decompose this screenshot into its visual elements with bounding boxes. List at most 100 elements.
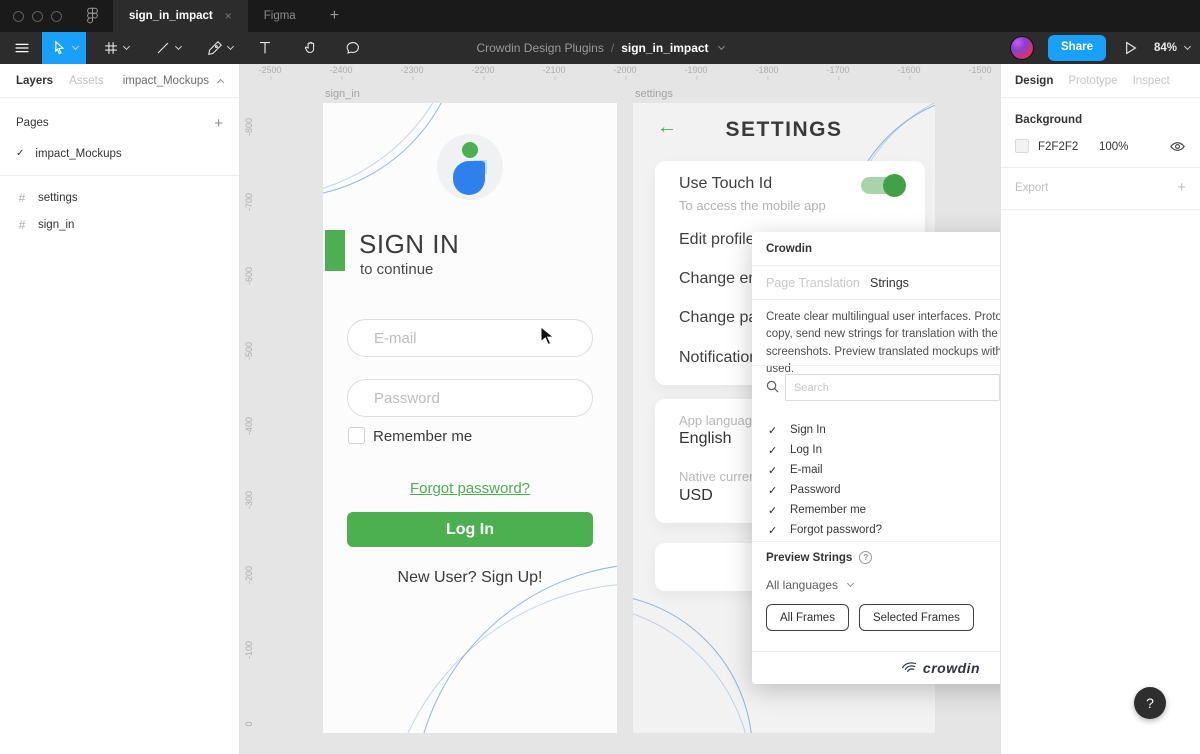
add-page-button[interactable]: +: [214, 115, 223, 132]
sign-in-subtitle: to continue: [360, 261, 433, 278]
tab-sign-in-impact[interactable]: sign_in_impact ×: [113, 0, 248, 32]
main-menu-button[interactable]: [6, 32, 38, 64]
pref-label: App language: [679, 413, 759, 428]
check-icon: ✓: [768, 444, 777, 457]
language-filter-dropdown[interactable]: All languages: [766, 578, 853, 592]
remember-me-label: Remember me: [373, 428, 472, 445]
shape-tool-button[interactable]: [148, 32, 186, 64]
chevron-down-icon[interactable]: [227, 43, 234, 50]
tab-design[interactable]: Design: [1015, 75, 1053, 87]
check-icon: ✓: [768, 504, 777, 517]
tab-strings[interactable]: Strings: [870, 276, 909, 290]
inspector-panel: Design Prototype Inspect Background F2F2…: [1000, 64, 1200, 754]
move-tool-button[interactable]: [42, 32, 86, 64]
present-play-icon[interactable]: [1120, 38, 1140, 58]
tab-assets[interactable]: Assets: [69, 75, 104, 87]
comment-tool-button[interactable]: [338, 32, 368, 64]
window-controls[interactable]: [13, 11, 62, 22]
hand-tool-button[interactable]: [296, 32, 326, 64]
tab-page-translation[interactable]: Page Translation: [766, 276, 860, 290]
frame-tool-icon: [101, 38, 121, 58]
frame-sign-in[interactable]: SIGN IN to continue Remember me Forgot p…: [323, 103, 617, 733]
touch-id-toggle[interactable]: [861, 177, 905, 194]
plugin-description: Create clear multilingual user interface…: [766, 309, 1000, 378]
preview-strings-title: Preview Strings: [766, 552, 852, 564]
forgot-password-link[interactable]: Forgot password?: [323, 480, 617, 497]
ruler-tick: -2400: [329, 65, 352, 75]
ruler-tick: -2000: [613, 65, 636, 75]
search-input[interactable]: [785, 374, 1000, 401]
chevron-down-icon[interactable]: [718, 43, 725, 50]
canvas[interactable]: -2500 -2400 -2300 -2200 -2100 -2000 -190…: [240, 64, 1000, 754]
page-name: impact_Mockups: [35, 148, 121, 160]
crowdin-wordmark: crowdin: [923, 660, 980, 676]
layer-name: sign_in: [38, 219, 74, 231]
sign-in-title: SIGN IN: [359, 229, 459, 260]
background-hex-value[interactable]: F2F2F2: [1038, 141, 1078, 153]
pen-tool-button[interactable]: [200, 32, 238, 64]
frame-title-settings[interactable]: settings: [635, 88, 673, 100]
chevron-down-icon[interactable]: [72, 43, 79, 50]
ruler-tick: -1900: [684, 65, 707, 75]
main-toolbar: Crowdin Design Plugins / sign_in_impact …: [0, 32, 1200, 64]
frame-tool-button[interactable]: [96, 32, 134, 64]
hand-tool-icon: [301, 38, 321, 58]
password-field[interactable]: [347, 379, 593, 417]
tab-prototype[interactable]: Prototype: [1068, 75, 1117, 87]
selected-frames-button[interactable]: Selected Frames: [859, 604, 974, 631]
email-field[interactable]: [347, 319, 593, 357]
zoom-level: 84%: [1154, 42, 1177, 54]
ruler-tick: -1500: [968, 65, 991, 75]
add-export-button[interactable]: +: [1177, 179, 1186, 196]
window-maximize-icon[interactable]: [51, 11, 62, 22]
pref-value[interactable]: English: [679, 430, 731, 448]
ruler-tick: -2100: [542, 65, 565, 75]
breadcrumb-page[interactable]: sign_in_impact: [621, 41, 708, 55]
remember-me-checkbox[interactable]: [348, 427, 365, 444]
layer-name: settings: [38, 192, 78, 204]
close-tab-icon[interactable]: ×: [225, 9, 232, 23]
text-tool-icon: [255, 38, 275, 58]
text-tool-button[interactable]: [250, 32, 280, 64]
frame-icon: #: [16, 218, 28, 232]
new-tab-button[interactable]: +: [330, 7, 339, 25]
background-opacity-value[interactable]: 100%: [1099, 141, 1128, 153]
breadcrumb-project[interactable]: Crowdin Design Plugins: [476, 41, 603, 55]
chevron-down-icon[interactable]: [123, 43, 130, 50]
tab-figma-home[interactable]: Figma: [248, 0, 312, 32]
ruler-tick: -600: [244, 261, 254, 291]
window-minimize-icon[interactable]: [32, 11, 43, 22]
current-page-selector[interactable]: impact_Mockups: [123, 75, 223, 87]
chevron-down-icon: [847, 580, 854, 587]
file-tabs: sign_in_impact × Figma +: [113, 0, 339, 32]
frame-title-sign-in[interactable]: sign_in: [325, 88, 360, 100]
setting-row-label[interactable]: Edit profile: [679, 231, 755, 249]
line-tool-icon: [153, 38, 173, 58]
plugin-title: Crowdin: [766, 243, 812, 255]
all-frames-button[interactable]: All Frames: [766, 604, 849, 631]
layer-item-settings[interactable]: # settings: [0, 184, 239, 211]
page-item-impact-mockups[interactable]: ✓ impact_Mockups: [0, 140, 239, 167]
user-avatar[interactable]: [1010, 36, 1034, 60]
window-close-icon[interactable]: [13, 11, 24, 22]
tab-label: Figma: [264, 10, 296, 22]
move-cursor-icon: [50, 38, 70, 58]
layer-item-sign-in[interactable]: # sign_in: [0, 211, 239, 238]
logo-green-dot: [462, 142, 478, 158]
log-in-button[interactable]: Log In: [347, 512, 593, 547]
chevron-down-icon[interactable]: [175, 43, 182, 50]
pref-value[interactable]: USD: [679, 487, 713, 505]
zoom-control[interactable]: 84%: [1154, 42, 1190, 54]
crowdin-plugin-dialog: Crowdin × Page Translation Strings Setti…: [752, 232, 1000, 684]
color-swatch[interactable]: [1015, 139, 1029, 153]
sign-up-text[interactable]: New User? Sign Up!: [323, 569, 617, 587]
visibility-eye-icon[interactable]: [1169, 138, 1186, 158]
tab-inspect[interactable]: Inspect: [1133, 75, 1170, 87]
logo-blue-drop: [453, 161, 485, 195]
tab-layers[interactable]: Layers: [16, 75, 53, 87]
decorative-arc: [383, 583, 617, 733]
question-icon[interactable]: ?: [859, 551, 872, 564]
share-button[interactable]: Share: [1048, 35, 1106, 61]
help-button[interactable]: ?: [1134, 687, 1166, 719]
figma-logo-icon[interactable]: [86, 7, 99, 25]
